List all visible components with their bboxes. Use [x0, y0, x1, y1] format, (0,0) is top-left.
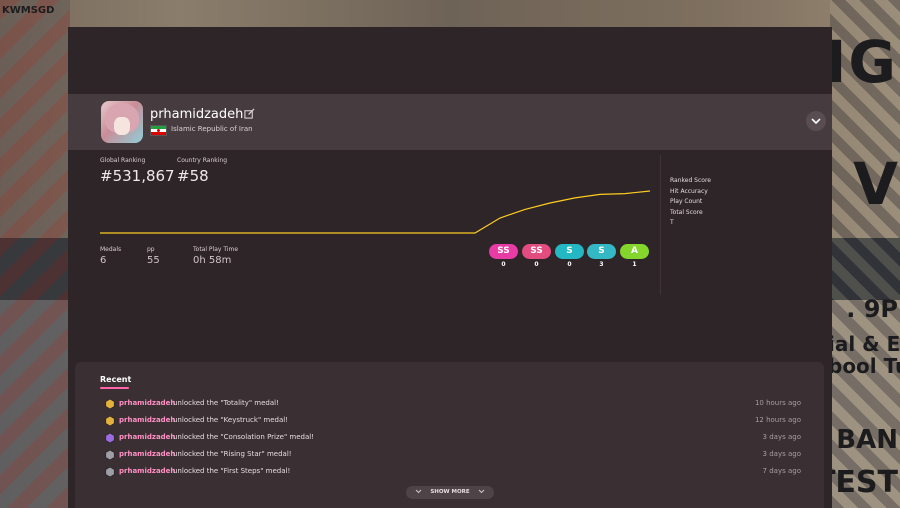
activity-time: 3 days ago [762, 433, 801, 441]
country-name[interactable]: Islamic Republic of Iran [171, 125, 253, 133]
grade-badge: A [620, 244, 649, 259]
medal-shape [105, 416, 115, 426]
grade-badge: S [587, 244, 616, 259]
medal-icon [105, 416, 115, 426]
background-text: IG [824, 28, 898, 96]
background-corner-text: KWMSGD [2, 5, 55, 16]
global-ranking-label: Global Ranking [100, 157, 146, 164]
activity-text: unlocked the "Consolation Prize" medal! [173, 433, 315, 441]
rank-history-chart[interactable] [100, 187, 650, 237]
username-link[interactable]: prhamidzadeh [119, 399, 175, 407]
recent-tab-underline [100, 387, 129, 389]
play-time-value: 0h 58m [193, 255, 232, 266]
avatar[interactable] [101, 101, 143, 143]
pp-label: pp [147, 246, 155, 253]
background-text: . 9P [846, 295, 898, 323]
ranked-score-label: Ranked Score [670, 177, 711, 184]
list-item: prhamidzadeh unlocked the "Totality" med… [105, 398, 801, 410]
pp-value: 55 [147, 255, 160, 266]
show-more-label: SHOW MORE [430, 489, 470, 495]
country-flag-icon[interactable] [150, 125, 167, 136]
play-count-label: Play Count [670, 198, 703, 205]
activity-time: 7 days ago [762, 467, 801, 475]
country-ranking-label: Country Ranking [177, 157, 228, 164]
recent-activity-card: Recent prhamidzadeh unlocked the "Totali… [75, 362, 824, 508]
medal-icon [105, 399, 115, 409]
edit-icon[interactable] [244, 108, 255, 119]
chevron-down-icon [416, 489, 422, 494]
country-ranking-value: #58 [177, 167, 209, 185]
show-more-button[interactable]: SHOW MORE [406, 486, 494, 499]
medal-icon [105, 467, 115, 477]
activity-text: unlocked the "Totality" medal! [173, 399, 279, 407]
grade-count: 0 [534, 261, 539, 268]
stats-divider [660, 155, 661, 295]
background-text: V [853, 150, 898, 218]
background-text: ial & Err bool Tun [828, 332, 900, 378]
list-item: prhamidzadeh unlocked the "Keystruck" me… [105, 415, 801, 427]
grade-count: 0 [567, 261, 572, 268]
grade-badge: SS [489, 244, 518, 259]
username[interactable]: prhamidzadeh [150, 107, 243, 122]
username-link[interactable]: prhamidzadeh [119, 450, 175, 458]
play-time-label: Total Play Time [193, 246, 239, 253]
expand-button[interactable] [806, 111, 826, 131]
medal-icon [105, 450, 115, 460]
truncated-stat-label: T [670, 219, 674, 226]
medal-shape [105, 450, 115, 460]
activity-time: 12 hours ago [754, 416, 801, 424]
username-link[interactable]: prhamidzadeh [119, 433, 175, 441]
activity-text: unlocked the "First Steps" medal! [173, 467, 291, 475]
grade-badge: S [555, 244, 584, 259]
grade-count: 3 [599, 261, 604, 268]
activity-text: unlocked the "Keystruck" medal! [173, 416, 289, 424]
grade-badge: SS [522, 244, 551, 259]
profile-header: prhamidzadeh Islamic Republic of Iran [68, 94, 832, 150]
chevron-down-icon [811, 118, 821, 125]
medal-shape [105, 433, 115, 443]
avatar-face [114, 117, 130, 135]
activity-time: 3 days ago [762, 450, 801, 458]
medal-shape [105, 467, 115, 477]
list-item: prhamidzadeh unlocked the "Consolation P… [105, 432, 801, 444]
global-ranking-value: #531,867 [100, 167, 175, 185]
profile-cover [68, 27, 832, 94]
medals-value: 6 [100, 255, 107, 266]
grade-count: 1 [632, 261, 637, 268]
background-stripes-left [0, 0, 70, 508]
activity-text: unlocked the "Rising Star" medal! [173, 450, 292, 458]
rank-history-line [100, 190, 650, 234]
activity-time: 10 hours ago [754, 399, 801, 407]
username-link[interactable]: prhamidzadeh [119, 467, 175, 475]
hit-accuracy-label: Hit Accuracy [670, 187, 708, 195]
chevron-down-icon [478, 489, 484, 494]
grade-count: 0 [501, 261, 506, 268]
recent-title[interactable]: Recent [100, 375, 131, 384]
username-link[interactable]: prhamidzadeh [119, 416, 175, 424]
medal-shape [105, 399, 115, 409]
list-item: prhamidzadeh unlocked the "First Steps" … [105, 466, 801, 478]
medals-label: Medals [100, 246, 122, 253]
medal-icon [105, 433, 115, 443]
total-score-label: Total Score [670, 208, 703, 216]
detail-stats-list: Ranked Score Hit Accuracy Play Count Tot… [670, 176, 711, 229]
list-item: prhamidzadeh unlocked the "Rising Star" … [105, 449, 801, 461]
